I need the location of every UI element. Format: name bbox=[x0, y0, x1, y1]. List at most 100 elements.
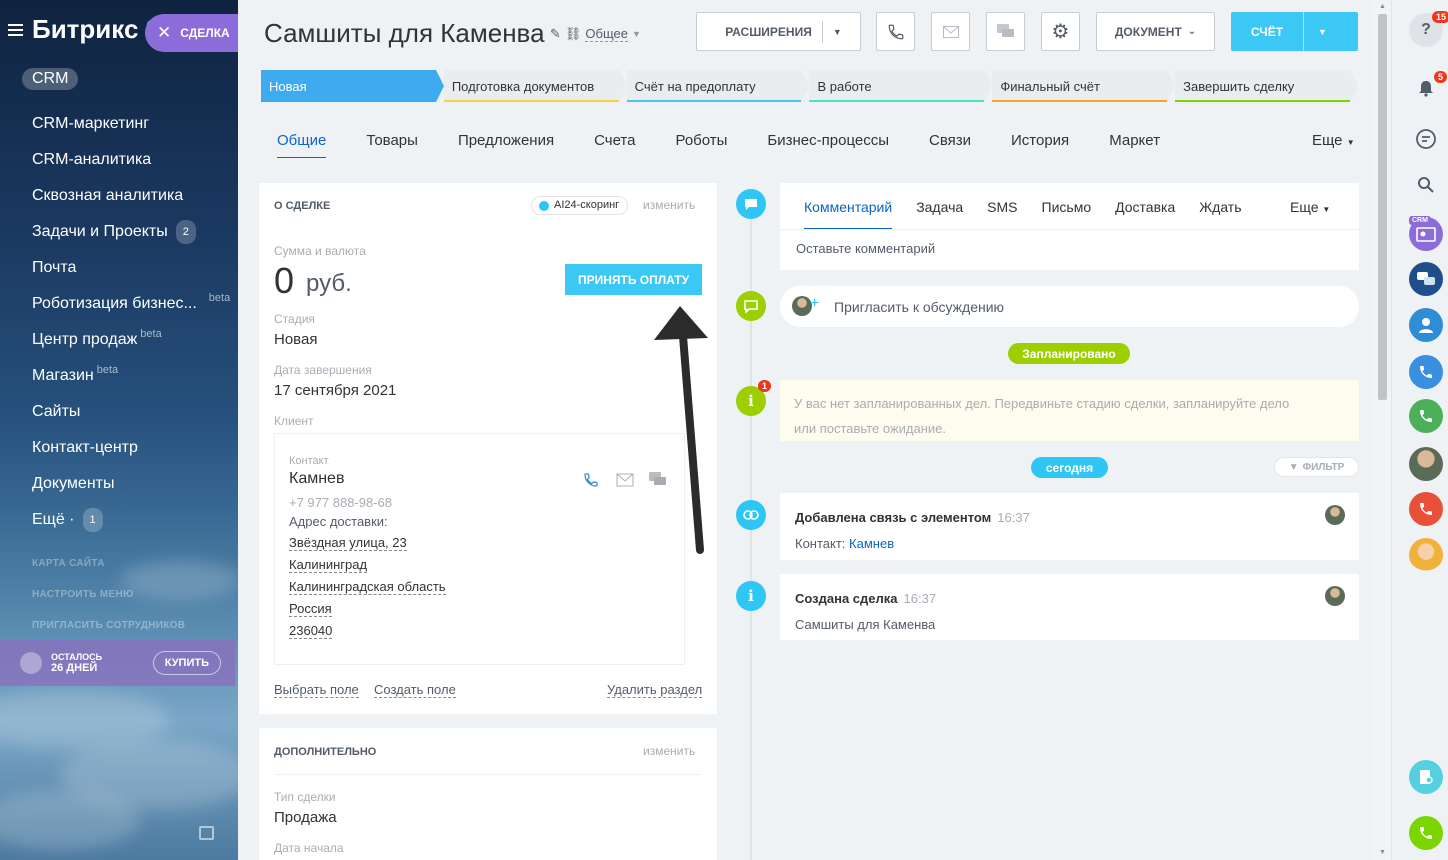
chevron-down-icon[interactable]: ▼ bbox=[1318, 27, 1327, 37]
deal-type-value: Продажа bbox=[274, 809, 337, 826]
stage-in-work[interactable]: В работе bbox=[809, 70, 993, 102]
chevron-down-icon[interactable]: ▼ bbox=[632, 29, 641, 39]
disk-icon[interactable] bbox=[1409, 760, 1443, 794]
invite-discussion[interactable]: + Пригласить к обсуждению bbox=[780, 286, 1359, 327]
sidebar-item-crm[interactable]: CRM bbox=[22, 68, 79, 90]
sidebar-item-tasks[interactable]: Задачи и Проекты 2 bbox=[32, 214, 230, 250]
sidebar-item-contact-center[interactable]: Контакт-центр bbox=[32, 430, 230, 466]
tab-robots[interactable]: Роботы bbox=[675, 132, 727, 158]
user-avatar-icon[interactable] bbox=[1409, 308, 1443, 342]
scroll-up-icon[interactable]: ▲ bbox=[1379, 3, 1386, 10]
tab-general[interactable]: Общие bbox=[277, 132, 327, 158]
beta-label: beta bbox=[140, 328, 162, 340]
sidebar-item-documents[interactable]: Документы bbox=[32, 466, 230, 502]
call-green-icon[interactable] bbox=[1409, 399, 1443, 433]
tab-products[interactable]: Товары bbox=[366, 132, 418, 158]
sidebar-item-crm-analytics[interactable]: CRM-аналитика bbox=[32, 142, 230, 178]
phone-icon[interactable] bbox=[582, 472, 600, 488]
chat-button[interactable] bbox=[986, 12, 1025, 51]
stage-new[interactable]: Новая bbox=[261, 70, 444, 102]
menu-icon[interactable] bbox=[8, 23, 23, 36]
user-photo-avatar[interactable] bbox=[1409, 447, 1443, 481]
address-city[interactable]: Калининград bbox=[289, 557, 368, 573]
tab-business-processes[interactable]: Бизнес-процессы bbox=[767, 132, 889, 158]
pencil-icon[interactable]: ✎ bbox=[550, 26, 561, 42]
tabs-more-button[interactable]: Еще ▼ bbox=[1312, 132, 1355, 149]
invoice-button[interactable]: СЧЁТ ▼ bbox=[1231, 12, 1358, 51]
composer-more-button[interactable]: Еще ▼ bbox=[1290, 199, 1330, 215]
buy-button[interactable]: КУПИТЬ bbox=[152, 651, 221, 675]
select-field-link[interactable]: Выбрать поле bbox=[274, 682, 359, 698]
sidebar-item-more[interactable]: Ещё · 1 bbox=[32, 502, 230, 538]
openlines-icon[interactable] bbox=[1409, 262, 1443, 296]
settings-button[interactable]: ⚙ bbox=[1041, 12, 1080, 51]
chat-search-icon[interactable] bbox=[1409, 122, 1443, 156]
tab-history[interactable]: История bbox=[1011, 132, 1069, 158]
contact-label: Контакт bbox=[289, 455, 329, 467]
comment-input[interactable]: Оставьте комментарий bbox=[796, 241, 935, 256]
sidebar-item-sales-center[interactable]: Центр продаж beta bbox=[32, 322, 230, 358]
tab-sms[interactable]: SMS bbox=[987, 199, 1017, 229]
address-street[interactable]: Звёздная улица, 23 bbox=[289, 535, 407, 551]
stage-close-deal[interactable]: Завершить сделку bbox=[1175, 70, 1358, 102]
avatar[interactable] bbox=[1325, 586, 1345, 606]
deal-sum: 0 bbox=[274, 260, 295, 301]
sidebar-item-mail[interactable]: Почта bbox=[32, 250, 230, 286]
sidebar-item-crm-marketing[interactable]: CRM-маркетинг bbox=[32, 106, 230, 142]
tab-invoices[interactable]: Счета bbox=[594, 132, 635, 158]
phone-icon[interactable] bbox=[1409, 816, 1443, 850]
invite-employees-link[interactable]: ПРИГЛАСИТЬ СОТРУДНИКОВ bbox=[32, 620, 185, 631]
address-country[interactable]: Россия bbox=[289, 601, 332, 617]
link-icon[interactable]: ⛓ bbox=[565, 26, 582, 42]
edit-link[interactable]: изменить bbox=[643, 198, 695, 212]
create-field-link[interactable]: Создать поле bbox=[374, 682, 456, 698]
start-date-label: Дата начала bbox=[274, 841, 344, 855]
sidebar-item-end-to-end-analytics[interactable]: Сквозная аналитика bbox=[32, 178, 230, 214]
tab-market[interactable]: Маркет bbox=[1109, 132, 1160, 158]
contact-phone[interactable]: +7 977 888-98-68 bbox=[289, 495, 392, 510]
filter-button[interactable]: ▼ ФИЛЬТР bbox=[1274, 457, 1359, 477]
delete-section-link[interactable]: Удалить раздел bbox=[607, 682, 703, 698]
sidebar-item-sites[interactable]: Сайты bbox=[32, 394, 230, 430]
stage-final-invoice[interactable]: Финальный счёт bbox=[992, 70, 1176, 102]
tab-comment[interactable]: Комментарий bbox=[804, 199, 893, 229]
category-selector[interactable]: Общее bbox=[585, 26, 628, 42]
sidebar-item-automation[interactable]: Роботизация бизнес... beta bbox=[32, 286, 230, 322]
accept-payment-button[interactable]: ПРИНЯТЬ ОПЛАТУ bbox=[565, 264, 702, 295]
close-deal-button[interactable]: ✕ СДЕЛКА bbox=[145, 14, 238, 52]
email-button[interactable] bbox=[931, 12, 970, 51]
contact-link[interactable]: Камнев bbox=[849, 536, 894, 551]
bot-avatar[interactable] bbox=[1409, 538, 1443, 572]
printer-icon[interactable] bbox=[199, 826, 214, 840]
tab-links[interactable]: Связи bbox=[929, 132, 971, 158]
tab-quotes[interactable]: Предложения bbox=[458, 132, 554, 158]
configure-menu-link[interactable]: НАСТРОИТЬ МЕНЮ bbox=[32, 589, 134, 600]
tab-delivery[interactable]: Доставка bbox=[1115, 199, 1175, 229]
divider bbox=[1303, 12, 1304, 51]
scrollbar-thumb[interactable] bbox=[1378, 14, 1387, 400]
tab-task[interactable]: Задача bbox=[916, 199, 963, 229]
call-button[interactable] bbox=[876, 12, 915, 51]
chevron-down-icon[interactable]: ▼ bbox=[833, 27, 842, 37]
stage-prepayment[interactable]: Счёт на предоплату bbox=[626, 70, 810, 102]
mail-icon[interactable] bbox=[616, 472, 634, 488]
page-scrollbar[interactable]: ▲ ▼ bbox=[1374, 0, 1391, 860]
contact-name[interactable]: Камнев bbox=[289, 470, 344, 488]
search-icon[interactable] bbox=[1409, 168, 1443, 202]
avatar[interactable] bbox=[1325, 505, 1345, 525]
address-region[interactable]: Калининградская область bbox=[289, 579, 446, 595]
address-zip[interactable]: 236040 bbox=[289, 623, 333, 639]
tab-wait[interactable]: Ждать bbox=[1199, 199, 1241, 229]
missed-call-icon[interactable] bbox=[1409, 492, 1443, 526]
tab-email[interactable]: Письмо bbox=[1042, 199, 1092, 229]
extensions-button[interactable]: РАСШИРЕНИЯ ▼ bbox=[696, 12, 861, 51]
edit-link[interactable]: изменить bbox=[643, 744, 695, 758]
document-button[interactable]: ДОКУМЕНТ ⌄ bbox=[1096, 12, 1215, 51]
scroll-down-icon[interactable]: ▼ bbox=[1379, 849, 1386, 856]
trial-banner: ОСТАЛОСЬ 26 ДНЕЙ КУПИТЬ bbox=[0, 640, 235, 686]
stage-documents[interactable]: Подготовка документов bbox=[443, 70, 627, 102]
ai-scoring-chip[interactable]: AI24-скоринг bbox=[531, 196, 629, 215]
telephony-icon[interactable] bbox=[1409, 355, 1443, 389]
sidebar-item-store[interactable]: Магазин beta bbox=[32, 358, 230, 394]
sitemap-link[interactable]: КАРТА САЙТА bbox=[32, 558, 105, 569]
